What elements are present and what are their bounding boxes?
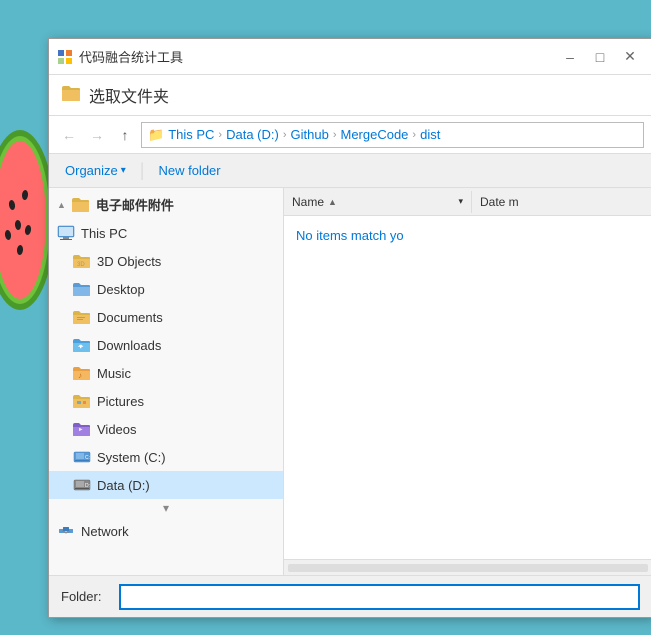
sort-up-icon: ▲ xyxy=(328,197,337,207)
data-d-label: Data (D:) xyxy=(97,478,150,493)
sidebar: ▲ 电子邮件附件 xyxy=(49,188,284,575)
scroll-track xyxy=(288,564,648,572)
app-icon xyxy=(57,49,73,65)
svg-text:♪: ♪ xyxy=(78,371,82,380)
breadcrumb-data-d[interactable]: Data (D:) xyxy=(226,127,279,142)
folder-label: Folder: xyxy=(61,589,111,604)
sidebar-item-desktop[interactable]: Desktop xyxy=(49,275,283,303)
organize-button[interactable]: Organize ▾ xyxy=(57,160,134,181)
folder-bar: Folder: xyxy=(49,575,651,617)
forward-button[interactable]: → xyxy=(85,123,109,147)
sep3: › xyxy=(333,129,337,141)
title-bar: 代码融合统计工具 – □ ✕ xyxy=(49,39,651,75)
email-attachments-label: 电子邮件附件 xyxy=(96,195,174,214)
music-label: Music xyxy=(97,366,131,381)
dialog-header: 选取文件夹 xyxy=(49,75,651,116)
breadcrumb-github[interactable]: Github xyxy=(291,127,329,142)
sidebar-item-email-attachments[interactable]: ▲ 电子邮件附件 xyxy=(49,190,283,219)
desktop-label: Desktop xyxy=(97,282,145,297)
organize-dropdown-icon: ▾ xyxy=(121,165,126,176)
pictures-label: Pictures xyxy=(97,394,144,409)
sidebar-item-this-pc[interactable]: This PC xyxy=(49,219,283,247)
sidebar-item-pictures[interactable]: Pictures xyxy=(49,387,283,415)
title-left: 代码融合统计工具 xyxy=(57,47,183,66)
folder-input[interactable] xyxy=(119,584,640,610)
scroll-down-indicator: ▾ xyxy=(49,499,283,517)
right-pane: Name ▲ ▾ Date m No items match yo xyxy=(284,188,651,575)
name-col-label: Name xyxy=(292,195,324,209)
folder-desktop-icon xyxy=(73,280,91,298)
title-controls: – □ ✕ xyxy=(556,46,644,68)
sep1: › xyxy=(218,129,222,141)
column-header: Name ▲ ▾ Date m xyxy=(284,188,651,216)
folder-downloads-icon xyxy=(73,336,91,354)
breadcrumb-mergecode[interactable]: MergeCode xyxy=(340,127,408,142)
folder-header-icon xyxy=(61,84,81,107)
sidebar-item-system-c[interactable]: C: System (C:) xyxy=(49,443,283,471)
drive-c-icon: C: xyxy=(73,448,91,466)
horizontal-scrollbar[interactable] xyxy=(284,559,651,575)
breadcrumb-dist[interactable]: dist xyxy=(420,127,440,142)
system-c-label: System (C:) xyxy=(97,450,166,465)
breadcrumb-folder-icon: 📁 xyxy=(148,127,164,143)
address-bar: ← → ↑ 📁 This PC › Data (D:) › Github › M… xyxy=(49,116,651,154)
downloads-label: Downloads xyxy=(97,338,161,353)
toolbar: Organize ▾ | New folder xyxy=(49,154,651,188)
computer-icon xyxy=(57,224,75,242)
expand-icon: ▲ xyxy=(57,200,66,210)
column-name-header[interactable]: Name ▲ ▾ xyxy=(284,191,472,213)
sep2: › xyxy=(283,129,287,141)
date-col-label: Date m xyxy=(480,195,519,209)
dialog-title: 选取文件夹 xyxy=(89,83,169,107)
svg-text:D:: D: xyxy=(85,483,90,489)
svg-text:C:: C: xyxy=(85,455,90,461)
folder-pictures-icon xyxy=(73,392,91,410)
folder-3d-icon: 3D xyxy=(73,252,91,270)
new-folder-label: New folder xyxy=(158,163,220,178)
folder-documents-icon xyxy=(73,308,91,326)
close-button[interactable]: ✕ xyxy=(616,46,644,68)
documents-label: Documents xyxy=(97,310,163,325)
back-button[interactable]: ← xyxy=(57,123,81,147)
breadcrumb-bar[interactable]: 📁 This PC › Data (D:) › Github › MergeCo… xyxy=(141,122,644,148)
drive-d-icon: D: xyxy=(73,476,91,494)
window-title: 代码融合统计工具 xyxy=(79,47,183,66)
folder-music-icon: ♪ xyxy=(73,364,91,382)
this-pc-label: This PC xyxy=(81,226,127,241)
breadcrumb-this-pc[interactable]: This PC xyxy=(168,127,214,142)
sidebar-item-3d-objects[interactable]: 3D 3D Objects xyxy=(49,247,283,275)
folder-email-icon xyxy=(72,196,90,214)
sidebar-item-data-d[interactable]: D: Data (D:) xyxy=(49,471,283,499)
network-icon xyxy=(57,522,75,540)
videos-label: Videos xyxy=(97,422,137,437)
file-list[interactable]: No items match yo xyxy=(284,216,651,559)
no-items-message: No items match yo xyxy=(288,220,412,251)
watermelon-decoration xyxy=(0,120,50,320)
3d-objects-label: 3D Objects xyxy=(97,254,161,269)
content-area: ▲ 电子邮件附件 xyxy=(49,188,651,575)
maximize-button[interactable]: □ xyxy=(586,46,614,68)
dialog-window: 代码融合统计工具 – □ ✕ 选取文件夹 ← → ↑ 📁 This PC › D… xyxy=(48,38,651,618)
sidebar-item-downloads[interactable]: Downloads xyxy=(49,331,283,359)
sidebar-item-network[interactable]: Network xyxy=(49,517,283,545)
toolbar-divider: | xyxy=(140,160,145,181)
sidebar-item-documents[interactable]: Documents xyxy=(49,303,283,331)
up-button[interactable]: ↑ xyxy=(113,123,137,147)
new-folder-button[interactable]: New folder xyxy=(150,160,228,181)
svg-text:3D: 3D xyxy=(77,262,85,268)
network-label: Network xyxy=(81,524,129,539)
sidebar-section: ▲ 电子邮件附件 xyxy=(49,188,283,547)
column-date-header[interactable]: Date m xyxy=(472,191,651,213)
sidebar-item-music[interactable]: ♪ Music xyxy=(49,359,283,387)
dropdown-col-icon: ▾ xyxy=(458,196,463,207)
sidebar-item-videos[interactable]: Videos xyxy=(49,415,283,443)
minimize-button[interactable]: – xyxy=(556,46,584,68)
sep4: › xyxy=(412,129,416,141)
organize-label: Organize xyxy=(65,163,118,178)
folder-videos-icon xyxy=(73,420,91,438)
